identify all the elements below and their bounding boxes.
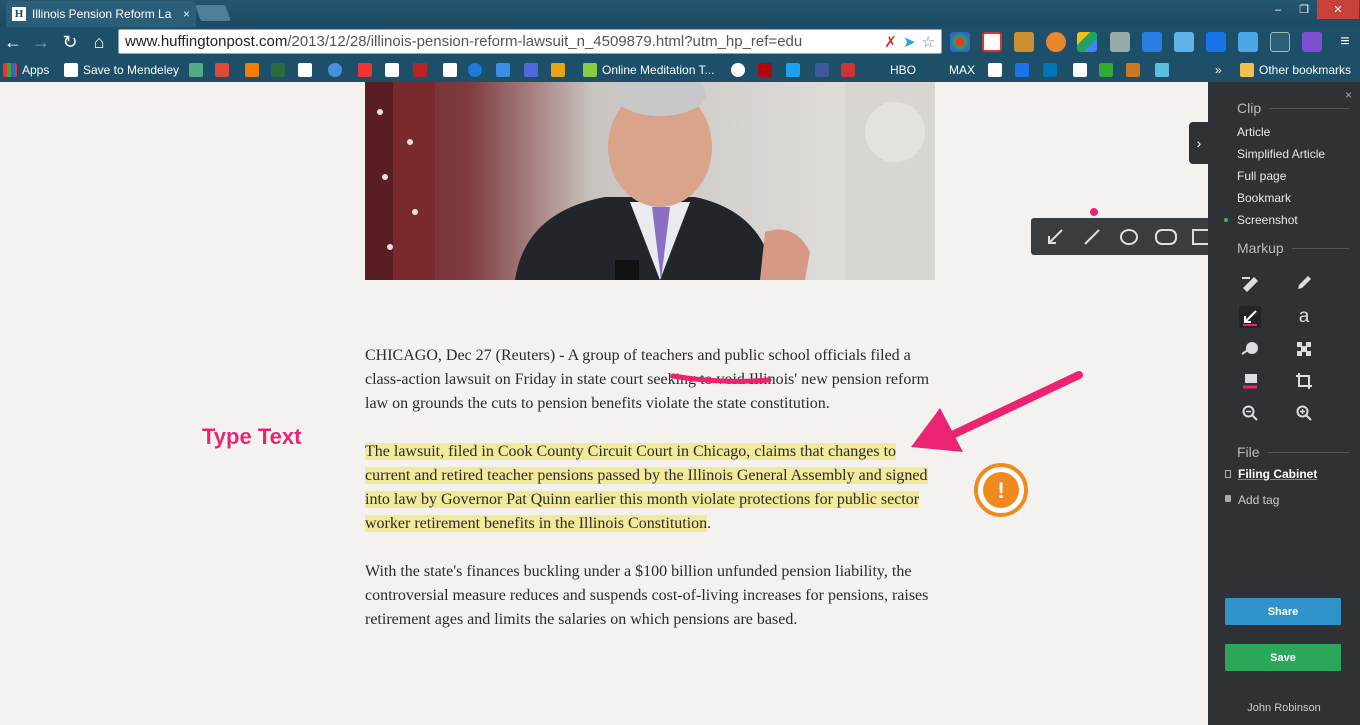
notebook-selector[interactable]: Filing Cabinet [1238,467,1317,481]
other-bookmarks[interactable]: Other bookmarks [1240,61,1351,78]
clip-option-bookmark[interactable]: Bookmark [1237,191,1291,205]
add-tag-field[interactable]: Add tag [1238,493,1279,507]
highlighter-tool-icon[interactable] [1239,272,1261,294]
pen-tool-icon[interactable] [1293,272,1315,294]
menu-icon[interactable]: ≡ [1333,31,1357,53]
cast-extension-icon[interactable] [1270,32,1290,52]
chevron-double-icon: » [1215,62,1222,77]
arrow-annotation[interactable] [911,371,1083,452]
clip-option-screenshot[interactable]: Screenshot [1237,213,1298,227]
zoom-out-icon[interactable] [1239,402,1261,424]
clip-heading-label: Clip [1237,100,1262,116]
folder-icon [1240,62,1254,77]
stamp-symbol: ! [997,478,1004,503]
annotation-layer: ! [670,208,1098,517]
music-extension-icon[interactable] [1302,32,1322,52]
save-button[interactable]: Save [1225,644,1341,671]
file-section-heading: File [1237,444,1349,460]
notebook-icon [1225,470,1231,478]
bookmarks-overflow[interactable]: » [1215,61,1222,78]
line-tool-icon[interactable] [1078,223,1106,251]
arrow-tool-selected-icon[interactable] [1239,306,1261,328]
user-name[interactable]: John Robinson [1208,702,1360,714]
clip-option-simplified-article[interactable]: Simplified Article [1237,147,1325,161]
maximize-button[interactable]: ❐ [1291,0,1317,19]
clip-option-article[interactable]: Article [1237,125,1270,139]
markup-section-heading: Markup [1237,240,1349,256]
tag-icon [1225,495,1231,502]
d-extension-icon[interactable] [1206,32,1226,52]
pixelate-tool-icon[interactable] [1293,338,1315,360]
strikethrough-annotation[interactable] [670,373,772,384]
share-button[interactable]: Share [1225,598,1341,625]
rounded-rect-tool-icon[interactable] [1152,223,1180,251]
selected-indicator-icon [1224,218,1228,222]
minimize-button[interactable]: ‒ [1265,0,1291,19]
stamp-tool-icon[interactable] [1239,338,1261,360]
window-close-button[interactable]: ✕ [1317,0,1359,19]
crop-tool-icon[interactable] [1293,370,1315,392]
clip-option-full-page[interactable]: Full page [1237,169,1286,183]
shape-tool-popout [1031,218,1221,255]
panel-collapse-button[interactable]: › [1189,122,1209,164]
clip-section-heading: Clip [1237,100,1349,116]
color-picker-icon[interactable] [1239,370,1261,392]
zoom-in-icon[interactable] [1293,402,1315,424]
text-tool-icon[interactable]: a [1293,306,1315,328]
file-heading-label: File [1237,444,1260,460]
bookmark-label: Other bookmarks [1259,62,1352,77]
color-dot-marker [1090,208,1098,216]
arrow-tool-icon[interactable] [1041,223,1069,251]
ellipse-tool-icon[interactable] [1115,223,1143,251]
markup-heading-label: Markup [1237,240,1284,256]
evernote-clipper-panel: × Clip Article Simplified Article Full p… [1208,82,1360,725]
pen-extension-icon[interactable] [1238,32,1258,52]
